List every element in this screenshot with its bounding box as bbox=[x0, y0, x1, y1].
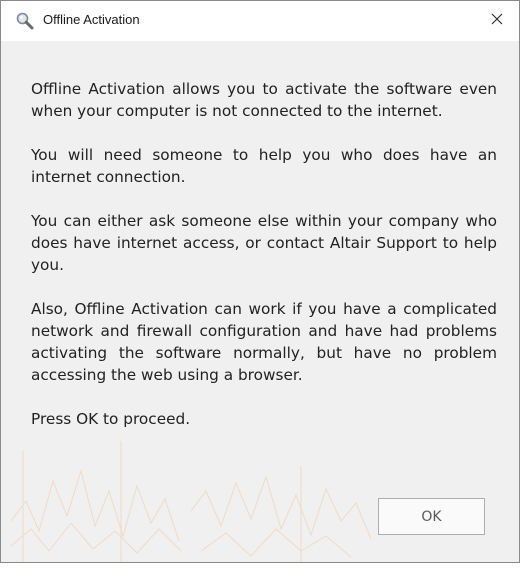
window-title: Offline Activation bbox=[43, 12, 140, 27]
dialog-body: Offline Activation allows you to activat… bbox=[1, 41, 519, 562]
paragraph-network: Also, Offline Activation can work if you… bbox=[31, 300, 497, 384]
background-watermark bbox=[10, 441, 372, 562]
paragraph-need-help: You will need someone to help you who do… bbox=[31, 146, 497, 186]
paragraph-intro: Offline Activation allows you to activat… bbox=[31, 80, 497, 120]
message-text: Offline Activation allows you to activat… bbox=[31, 78, 497, 430]
ok-button[interactable]: OK bbox=[378, 498, 485, 535]
title-bar[interactable]: Offline Activation bbox=[1, 1, 519, 41]
close-button[interactable] bbox=[475, 1, 519, 41]
magnifier-icon bbox=[15, 11, 35, 31]
close-icon bbox=[490, 12, 504, 31]
paragraph-ask-someone: You can either ask someone else within y… bbox=[31, 212, 497, 274]
paragraph-proceed: Press OK to proceed. bbox=[31, 410, 191, 428]
offline-activation-dialog: Offline Activation Offline Activation al… bbox=[0, 0, 520, 563]
